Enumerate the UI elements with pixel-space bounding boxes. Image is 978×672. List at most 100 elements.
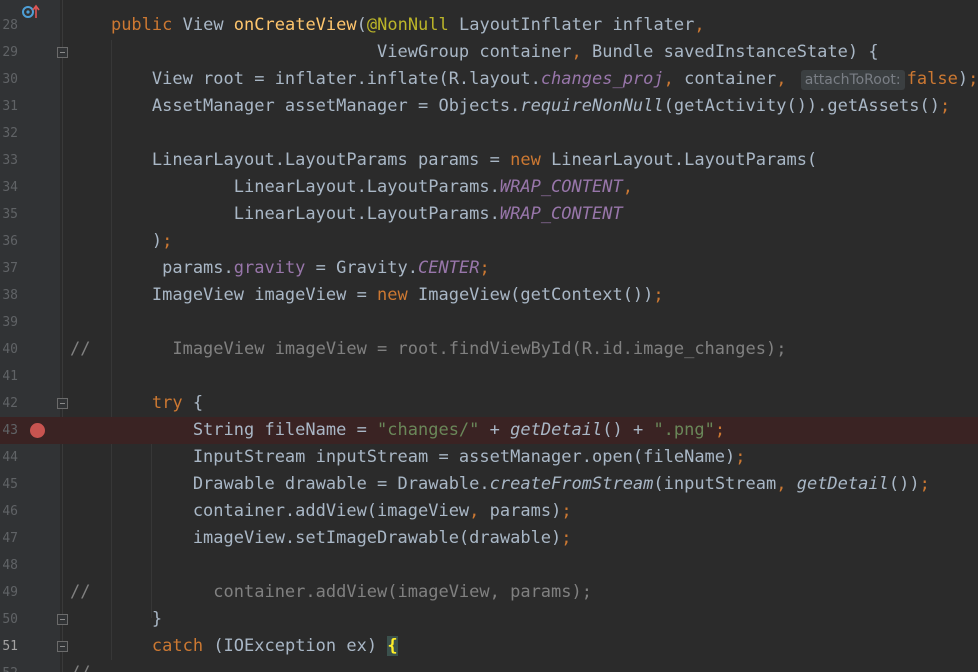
code-text[interactable]: ViewGroup container, Bundle savedInstanc… <box>70 42 879 63</box>
line-number[interactable]: 49 <box>0 584 18 601</box>
code-text[interactable]: imageView.setImageDrawable(drawable); <box>70 528 572 549</box>
line-number[interactable]: 46 <box>0 503 18 520</box>
code-line-46[interactable]: 46 container.addView(imageView, params); <box>0 498 978 525</box>
code-token: // <box>70 663 90 672</box>
code-token: ; <box>653 285 664 305</box>
code-text[interactable]: Drawable drawable = Drawable.createFromS… <box>70 474 930 495</box>
code-text[interactable]: // container.addView(imageView, params); <box>70 582 592 603</box>
code-token: ()) <box>888 474 920 494</box>
line-number[interactable]: 38 <box>0 287 18 304</box>
code-line-45[interactable]: 45 Drawable drawable = Drawable.createFr… <box>0 471 978 498</box>
parameter-hint: attachToRoot: <box>800 70 905 90</box>
line-number[interactable]: 34 <box>0 179 18 196</box>
code-line-52[interactable]: 52 // <box>0 660 978 672</box>
code-text[interactable]: params.gravity = Gravity.CENTER; <box>70 258 490 279</box>
code-token: , <box>776 69 797 89</box>
code-token: ; <box>479 258 490 278</box>
code-token: , <box>663 69 685 89</box>
code-token: // container.addView(imageView, params); <box>70 582 592 602</box>
line-number[interactable]: 33 <box>0 152 18 169</box>
line-number[interactable]: 30 <box>0 71 18 88</box>
code-text[interactable]: container.addView(imageView, params); <box>70 501 572 522</box>
code-text[interactable]: View root = inflater.inflate(R.layout.ch… <box>70 69 978 90</box>
code-line-30[interactable]: 30 View root = inflater.inflate(R.layout… <box>0 66 978 93</box>
line-number[interactable]: 44 <box>0 449 18 466</box>
line-number[interactable]: 51 <box>0 638 18 655</box>
line-number[interactable]: 41 <box>0 368 18 385</box>
line-number[interactable]: 42 <box>0 395 18 412</box>
line-number[interactable]: 37 <box>0 260 18 277</box>
code-token: , <box>571 42 592 62</box>
code-line-44[interactable]: 44 InputStream inputStream = assetManage… <box>0 444 978 471</box>
line-number[interactable]: 31 <box>0 98 18 115</box>
breakpoint-icon[interactable] <box>30 423 45 438</box>
code-line-33[interactable]: 33 LinearLayout.LayoutParams params = ne… <box>0 147 978 174</box>
line-number[interactable]: 45 <box>0 476 18 493</box>
code-text[interactable]: String fileName = "changes/" + getDetail… <box>70 420 725 441</box>
code-text[interactable]: public View onCreateView(@NonNull Layout… <box>70 15 705 36</box>
fold-marker-icon[interactable] <box>57 641 68 652</box>
code-line-37[interactable]: 37 params.gravity = Gravity.CENTER; <box>0 255 978 282</box>
code-line-43[interactable]: 43 String fileName = "changes/" + getDet… <box>0 417 978 444</box>
code-token: String fileName = <box>70 420 378 440</box>
code-line-47[interactable]: 47 imageView.setImageDrawable(drawable); <box>0 525 978 552</box>
line-number[interactable]: 50 <box>0 611 18 628</box>
code-line-40[interactable]: 40 // ImageView imageView = root.findView… <box>0 336 978 363</box>
code-line-29[interactable]: 29 ViewGroup container, Bundle savedInst… <box>0 39 978 66</box>
code-text[interactable]: catch (IOException ex) { <box>70 636 398 657</box>
code-text[interactable]: LinearLayout.LayoutParams params = new L… <box>70 150 817 171</box>
fold-marker-icon[interactable] <box>57 398 68 409</box>
code-text[interactable]: // <box>70 663 90 672</box>
code-token: View root = inflater.inflate(R.layout. <box>70 69 541 89</box>
code-line-31[interactable]: 31 AssetManager assetManager = Objects.r… <box>0 93 978 120</box>
code-text[interactable]: ); <box>70 231 173 252</box>
code-line-48[interactable]: 48 <box>0 552 978 579</box>
code-token: WRAP_CONTENT <box>499 204 623 224</box>
line-number[interactable]: 35 <box>0 206 18 223</box>
code-token: createFromStream <box>489 474 654 494</box>
code-token: InputStream inputStream = assetManager.o… <box>70 447 736 467</box>
code-token: LinearLayout.LayoutParams. <box>70 204 500 224</box>
line-number[interactable]: 29 <box>0 44 18 61</box>
line-number[interactable]: 39 <box>0 314 18 331</box>
code-editor[interactable]: 28 public View onCreateView(@NonNull Lay… <box>0 0 978 672</box>
code-text[interactable]: InputStream inputStream = assetManager.o… <box>70 447 746 468</box>
code-token: false <box>906 69 958 89</box>
code-token: ( <box>356 15 367 35</box>
code-line-49[interactable]: 49 // container.addView(imageView, params… <box>0 579 978 606</box>
line-number[interactable]: 48 <box>0 557 18 574</box>
code-text[interactable]: LinearLayout.LayoutParams.WRAP_CONTENT <box>70 204 623 225</box>
code-line-38[interactable]: 38 ImageView imageView = new ImageView(g… <box>0 282 978 309</box>
code-line-39[interactable]: 39 <box>0 309 978 336</box>
code-line-35[interactable]: 35 LinearLayout.LayoutParams.WRAP_CONTEN… <box>0 201 978 228</box>
code-text[interactable]: } <box>70 609 162 630</box>
line-number[interactable]: 32 <box>0 125 18 142</box>
line-number[interactable]: 36 <box>0 233 18 250</box>
line-number[interactable]: 40 <box>0 341 18 358</box>
code-line-34[interactable]: 34 LinearLayout.LayoutParams.WRAP_CONTEN… <box>0 174 978 201</box>
code-line-50[interactable]: 50 } <box>0 606 978 633</box>
code-token: LayoutInflater inflater <box>459 15 695 35</box>
code-line-42[interactable]: 42 try { <box>0 390 978 417</box>
code-line-51[interactable]: 51 catch (IOException ex) { <box>0 633 978 660</box>
line-number[interactable]: 47 <box>0 530 18 547</box>
code-line-32[interactable]: 32 <box>0 120 978 147</box>
code-text[interactable]: ImageView imageView = new ImageView(getC… <box>70 285 664 306</box>
code-token: container <box>684 69 777 89</box>
code-text[interactable]: try { <box>70 393 203 414</box>
line-number[interactable]: 43 <box>0 422 18 439</box>
code-text[interactable]: AssetManager assetManager = Objects.requ… <box>70 96 950 117</box>
fold-marker-icon[interactable] <box>57 614 68 625</box>
code-text[interactable]: LinearLayout.LayoutParams.WRAP_CONTENT, <box>70 177 633 198</box>
code-line-36[interactable]: 36 ); <box>0 228 978 255</box>
code-token: + <box>479 420 511 440</box>
code-line-28[interactable]: 28 public View onCreateView(@NonNull Lay… <box>0 12 978 39</box>
code-token: (getActivity()).getAssets() <box>663 96 940 116</box>
code-token: = Gravity. <box>305 258 419 278</box>
code-line-41[interactable]: 41 <box>0 363 978 390</box>
override-method-icon[interactable] <box>22 4 42 24</box>
fold-marker-icon[interactable] <box>57 47 68 58</box>
code-text[interactable]: // ImageView imageView = root.findViewBy… <box>70 339 786 360</box>
line-number[interactable]: 52 <box>0 665 18 672</box>
line-number[interactable]: 28 <box>0 17 18 34</box>
